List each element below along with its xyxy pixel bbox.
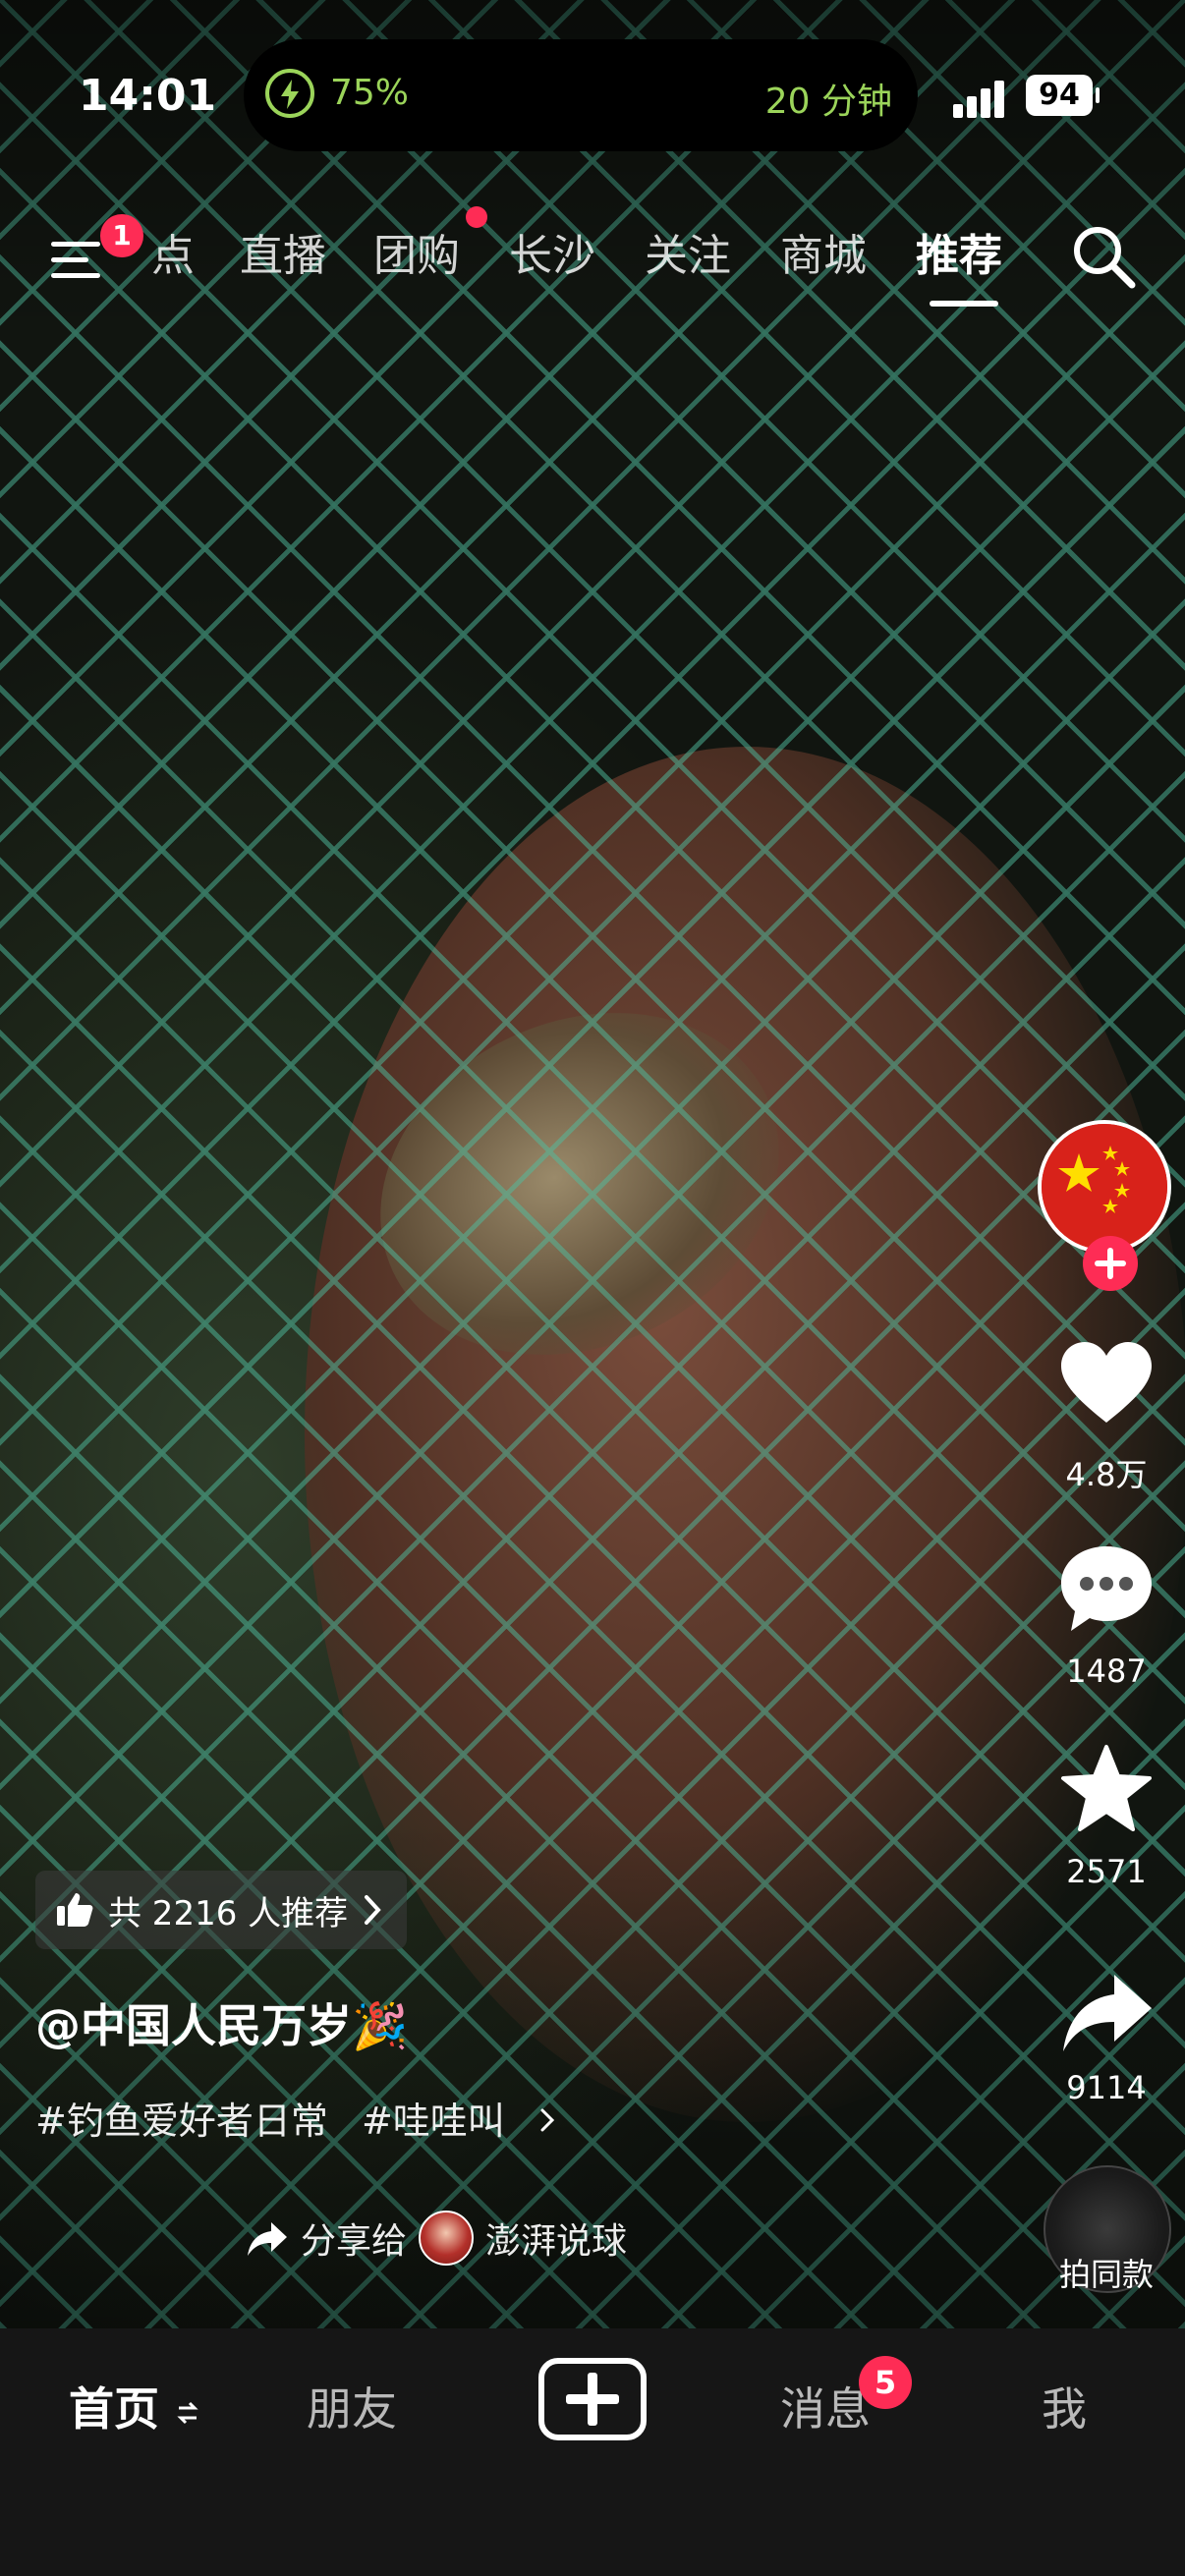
dynamic-island: 75% 20 分钟: [244, 39, 918, 151]
shared-user-name: 澎湃说球: [485, 2221, 628, 2262]
heart-icon: [1061, 1342, 1152, 1423]
favorite-button[interactable]: [1057, 1741, 1156, 1839]
battery-icon: 94: [1026, 75, 1100, 116]
tab-changsha[interactable]: 长沙: [509, 220, 595, 283]
author-name[interactable]: @中国人民万岁🎉: [35, 1990, 408, 2055]
plus-icon: [1095, 1248, 1126, 1279]
tab-me[interactable]: 我: [1042, 2374, 1087, 2438]
tab-home[interactable]: 首页: [69, 2374, 200, 2438]
top-nav: 1 点 直播 团购 长沙 关注 商城 推荐: [0, 206, 1185, 307]
status-time: 14:01: [79, 71, 217, 121]
like-count: 4.8万: [1065, 1456, 1148, 1493]
active-tab-indicator: [930, 301, 998, 307]
signal-icon: [953, 79, 1012, 118]
tab-messages[interactable]: 消息: [780, 2374, 871, 2438]
group-buy-dot: [466, 206, 487, 228]
messages-badge: 5: [859, 2356, 912, 2409]
comment-icon: [1061, 1546, 1152, 1631]
status-bar: 14:01 75% 20 分钟 94: [0, 39, 1185, 157]
follow-button[interactable]: [1083, 1236, 1138, 1291]
china-flag-avatar: [1042, 1124, 1167, 1250]
charging-icon: [265, 69, 314, 118]
tab-dian[interactable]: 点: [151, 220, 195, 283]
recommend-count-chip[interactable]: 共 2216 人推荐: [35, 1871, 408, 1949]
swap-arrows-icon: [177, 2401, 198, 2424]
share-button[interactable]: [1057, 1965, 1156, 2063]
like-button[interactable]: [1057, 1336, 1156, 1434]
chevron-right-icon: [365, 1895, 381, 1925]
tab-home-label: 首页: [69, 2382, 159, 2436]
author-avatar[interactable]: [1038, 1120, 1171, 1254]
recommend-count-text: 共 2216 人推荐: [108, 1893, 349, 1933]
menu-badge: 1: [100, 214, 143, 257]
tab-friends[interactable]: 朋友: [307, 2374, 397, 2438]
favorite-count: 2571: [1066, 1853, 1147, 1890]
menu-icon: [51, 242, 100, 247]
tab-group-buy[interactable]: 团购: [373, 220, 460, 283]
create-post-button[interactable]: [538, 2358, 647, 2440]
star-icon: [1061, 1745, 1152, 1831]
share-prefix-text: 分享给: [301, 2221, 408, 2262]
video-player[interactable]: [0, 0, 1185, 2328]
comment-button[interactable]: [1057, 1540, 1156, 1639]
chevron-right-icon: [540, 2108, 554, 2132]
tab-recommend[interactable]: 推荐: [916, 220, 1002, 283]
bottom-tab-bar: 首页 朋友 消息 5 我: [0, 2328, 1185, 2576]
tab-mall[interactable]: 商城: [780, 220, 867, 283]
tab-following[interactable]: 关注: [645, 220, 731, 283]
share-arrow-icon: [1063, 1975, 1152, 2051]
same-style-label[interactable]: 拍同款: [1028, 2250, 1185, 2295]
timer-text: 20 分钟: [764, 82, 892, 122]
hashtag-item[interactable]: #哇哇叫: [362, 2100, 505, 2143]
shared-to-row[interactable]: 分享给 澎湃说球: [246, 2211, 627, 2266]
comment-count: 1487: [1066, 1652, 1147, 1690]
battery-percent: 75%: [330, 73, 410, 113]
search-icon[interactable]: [1069, 222, 1138, 291]
share-count: 9114: [1066, 2069, 1147, 2106]
hashtag-item[interactable]: #钓鱼爱好者日常: [35, 2100, 328, 2143]
menu-button[interactable]: 1: [51, 214, 143, 285]
tab-live[interactable]: 直播: [240, 220, 326, 283]
share-arrow-icon: [248, 2222, 287, 2256]
thumbs-up-icon: [57, 1893, 93, 1927]
hashtag-list: #钓鱼爱好者日常 #哇哇叫: [35, 2091, 556, 2145]
shared-user-avatar: [419, 2211, 475, 2266]
